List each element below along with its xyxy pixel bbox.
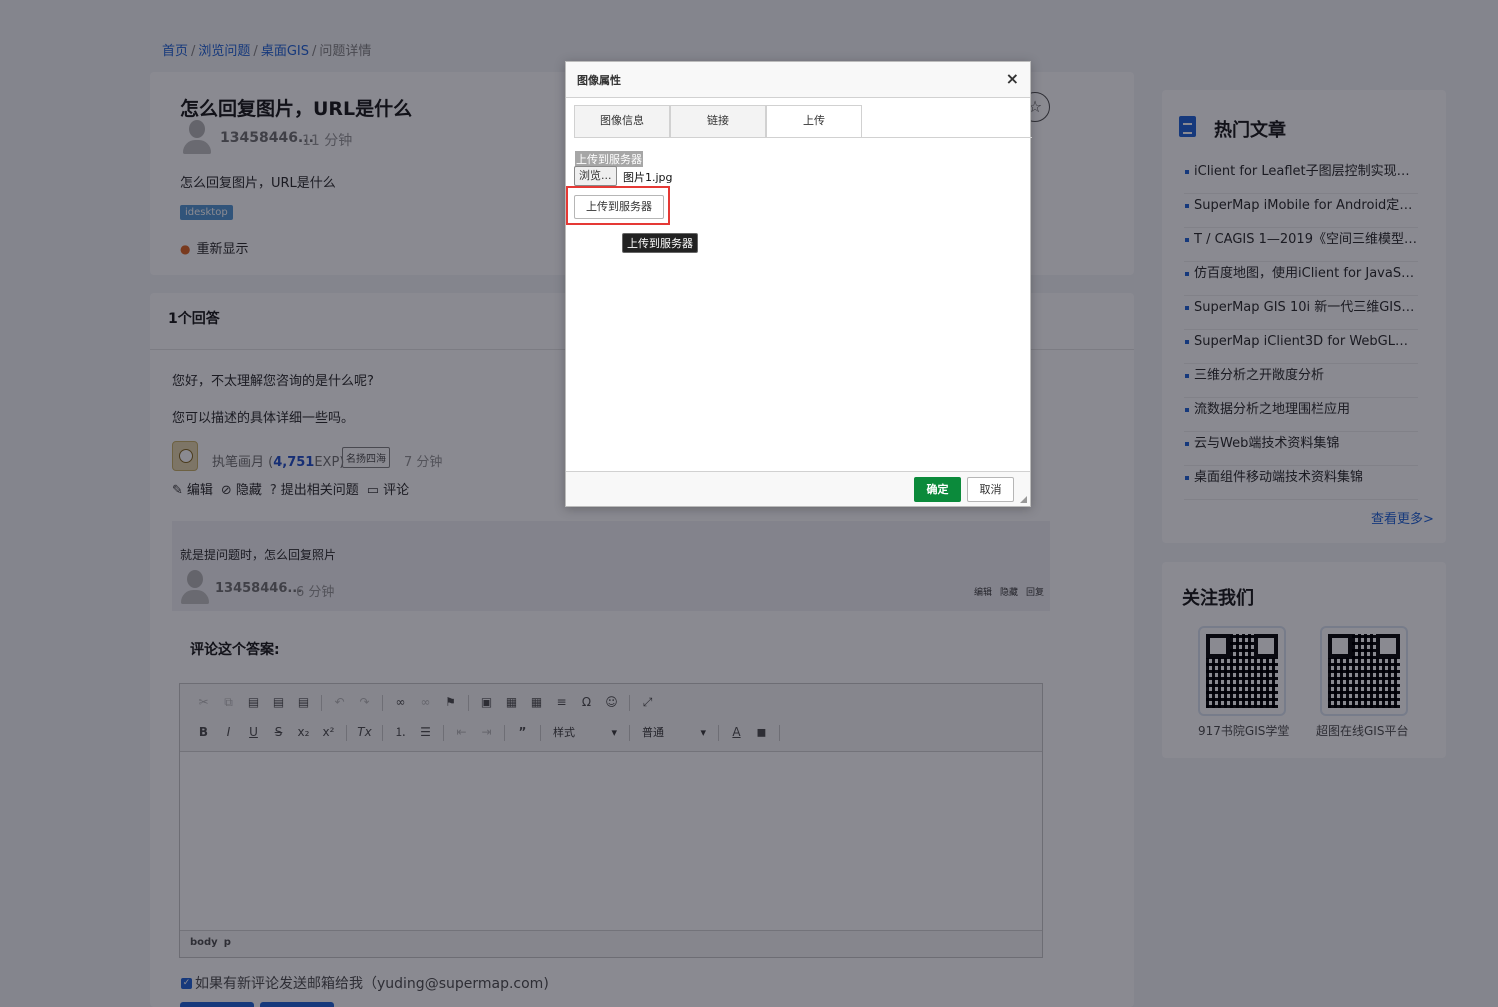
resize-handle-icon[interactable] [1020, 496, 1027, 503]
tab-link[interactable]: 链接 [670, 105, 766, 137]
selected-file-name: 图片1.jpg [623, 171, 673, 184]
upload-section-label: 上传到服务器 [575, 151, 643, 167]
upload-to-server-button[interactable]: 上传到服务器 [574, 195, 664, 219]
dialog-header[interactable]: 图像属性 × [566, 62, 1030, 98]
dialog-tabs: 图像信息 链接 上传 [574, 105, 862, 138]
tab-upload[interactable]: 上传 [766, 105, 862, 138]
dialog-title: 图像属性 [577, 74, 621, 87]
browse-button[interactable]: 浏览... [574, 166, 617, 186]
close-icon[interactable]: × [1006, 69, 1019, 88]
divider [574, 137, 1032, 138]
upload-tooltip: 上传到服务器 [622, 233, 698, 253]
cancel-button[interactable]: 取消 [967, 477, 1014, 502]
dialog-footer: 确定 取消 [566, 471, 1030, 506]
tab-image-info[interactable]: 图像信息 [574, 105, 670, 137]
image-properties-dialog: 图像属性 × 图像信息 链接 上传 上传到服务器 浏览... 图片1.jpg 上… [565, 61, 1032, 507]
ok-button[interactable]: 确定 [914, 477, 961, 502]
